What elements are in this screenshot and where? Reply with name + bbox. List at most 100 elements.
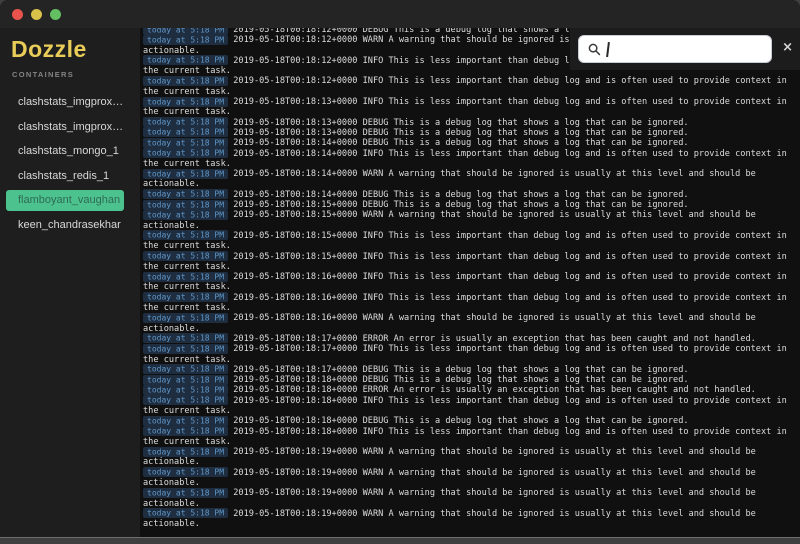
timestamp-badge: today at 5:18 PM (143, 97, 228, 107)
log-message: 2019-05-18T00:18:13+0000 DEBUG This is a… (233, 118, 688, 128)
log-entry: today at 5:18 PM 2019-05-18T00:18:19+000… (143, 488, 798, 509)
sidebar-container-item[interactable]: keen_chandrasekhar (0, 213, 140, 238)
container-list: clashstats_imgprox… clashstats_imgprox… … (0, 90, 140, 238)
close-window-icon[interactable] (12, 9, 23, 20)
timestamp-badge: today at 5:18 PM (143, 447, 228, 457)
sidebar-container-item[interactable]: clashstats_redis_1 (0, 164, 140, 189)
log-entry: today at 5:18 PM 2019-05-18T00:18:15+000… (143, 252, 798, 273)
log-message: 2019-05-18T00:18:19+0000 WARN A warning … (143, 447, 756, 467)
log-message: 2019-05-18T00:18:16+0000 INFO This is le… (143, 272, 787, 292)
log-message: 2019-05-18T00:18:15+0000 DEBUG This is a… (233, 200, 688, 210)
timestamp-badge: today at 5:18 PM (143, 76, 228, 86)
timestamp-badge: today at 5:18 PM (143, 35, 228, 45)
timestamp-badge: today at 5:18 PM (143, 364, 228, 374)
timestamp-badge: today at 5:18 PM (143, 344, 228, 354)
log-entry: today at 5:18 PM 2019-05-18T00:18:15+000… (143, 210, 798, 231)
app-title: Dozzle (11, 36, 87, 63)
log-entry: today at 5:18 PM 2019-05-18T00:18:18+000… (143, 385, 798, 395)
log-message: 2019-05-18T00:18:17+0000 DEBUG This is a… (233, 365, 688, 375)
timestamp-badge: today at 5:18 PM (143, 467, 228, 477)
timestamp-badge: today at 5:18 PM (143, 117, 228, 127)
log-entry: today at 5:18 PM 2019-05-18T00:18:17+000… (143, 334, 798, 344)
log-entry: today at 5:18 PM 2019-05-18T00:18:19+000… (143, 509, 798, 530)
log-entry: today at 5:18 PM 2019-05-18T00:18:15+000… (143, 200, 798, 210)
log-message: 2019-05-18T00:18:16+0000 INFO This is le… (143, 293, 787, 313)
container-name: clashstats_imgprox… (18, 96, 123, 108)
containers-section-label: CONTAINERS (12, 70, 74, 79)
timestamp-badge: today at 5:18 PM (143, 189, 228, 199)
container-name: clashstats_mongo_1 (18, 145, 119, 157)
timestamp-badge: today at 5:18 PM (143, 313, 228, 323)
log-entry: today at 5:18 PM 2019-05-18T00:18:15+000… (143, 231, 798, 252)
log-message: 2019-05-18T00:18:14+0000 INFO This is le… (143, 149, 787, 169)
timestamp-badge: today at 5:18 PM (143, 251, 228, 261)
log-entry: today at 5:18 PM 2019-05-18T00:18:16+000… (143, 293, 798, 314)
search-panel: × (570, 28, 800, 70)
log-entry: today at 5:18 PM 2019-05-18T00:18:14+000… (143, 190, 798, 200)
log-entry: today at 5:18 PM 2019-05-18T00:18:14+000… (143, 138, 798, 148)
log-message: 2019-05-18T00:18:16+0000 WARN A warning … (143, 313, 756, 333)
sidebar: Dozzle CONTAINERS clashstats_imgprox… cl… (0, 28, 140, 537)
maximize-window-icon[interactable] (50, 9, 61, 20)
log-entry: today at 5:18 PM 2019-05-18T00:18:16+000… (143, 272, 798, 293)
timestamp-badge: today at 5:18 PM (143, 127, 228, 137)
log-entry: today at 5:18 PM 2019-05-18T00:18:17+000… (143, 365, 798, 375)
timestamp-badge: today at 5:18 PM (143, 28, 228, 35)
timestamp-badge: today at 5:18 PM (143, 272, 228, 282)
log-entry: today at 5:18 PM 2019-05-18T00:18:19+000… (143, 468, 798, 489)
log-entry: today at 5:18 PM 2019-05-18T00:18:13+000… (143, 97, 798, 118)
log-entry: today at 5:18 PM 2019-05-18T00:18:18+000… (143, 375, 798, 385)
timestamp-badge: today at 5:18 PM (143, 395, 228, 405)
log-entry: today at 5:18 PM 2019-05-18T00:18:18+000… (143, 416, 798, 426)
log-message: 2019-05-18T00:18:17+0000 INFO This is le… (143, 344, 787, 364)
timestamp-badge: today at 5:18 PM (143, 416, 228, 426)
log-entry: today at 5:18 PM 2019-05-18T00:18:18+000… (143, 427, 798, 448)
timestamp-badge: today at 5:18 PM (143, 488, 228, 498)
log-message: 2019-05-18T00:18:17+0000 ERROR An error … (233, 334, 756, 344)
timestamp-badge: today at 5:18 PM (143, 148, 228, 158)
log-entry: today at 5:18 PM 2019-05-18T00:18:12+000… (143, 76, 798, 97)
timestamp-badge: today at 5:18 PM (143, 200, 228, 210)
timestamp-badge: today at 5:18 PM (143, 230, 228, 240)
log-message: 2019-05-18T00:18:19+0000 WARN A warning … (143, 468, 756, 488)
log-message: 2019-05-18T00:18:13+0000 INFO This is le… (143, 97, 787, 117)
log-message: 2019-05-18T00:18:19+0000 WARN A warning … (143, 509, 756, 529)
log-message: 2019-05-18T00:18:15+0000 INFO This is le… (143, 252, 787, 272)
sidebar-container-item[interactable]: clashstats_mongo_1 (0, 139, 140, 164)
log-message: 2019-05-18T00:18:18+0000 ERROR An error … (233, 385, 756, 395)
search-icon (588, 43, 601, 56)
log-entry: today at 5:18 PM 2019-05-18T00:18:17+000… (143, 344, 798, 365)
log-message: 2019-05-18T00:18:18+0000 DEBUG This is a… (233, 416, 688, 426)
timestamp-badge: today at 5:18 PM (143, 169, 228, 179)
timestamp-badge: today at 5:18 PM (143, 210, 228, 220)
log-message: 2019-05-18T00:18:12+0000 INFO This is le… (143, 76, 787, 96)
timestamp-badge: today at 5:18 PM (143, 508, 228, 518)
sidebar-container-item[interactable]: clashstats_imgprox… (0, 115, 140, 140)
minimize-window-icon[interactable] (31, 9, 42, 20)
log-message: 2019-05-18T00:18:18+0000 INFO This is le… (143, 427, 787, 447)
search-input[interactable] (578, 35, 772, 63)
close-search-icon[interactable]: × (782, 40, 793, 56)
log-entry: today at 5:18 PM 2019-05-18T00:18:19+000… (143, 447, 798, 468)
sidebar-container-item[interactable]: flamboyant_vaughan (6, 190, 124, 211)
log-message: 2019-05-18T00:18:14+0000 WARN A warning … (143, 169, 756, 189)
log-message: 2019-05-18T00:18:14+0000 DEBUG This is a… (233, 138, 688, 148)
container-name: clashstats_redis_1 (18, 170, 109, 182)
log-pane[interactable]: today at 5:18 PM 2019-05-18T00:18:12+000… (140, 28, 800, 537)
sidebar-container-item[interactable]: clashstats_imgprox… (0, 90, 140, 115)
timestamp-badge: today at 5:18 PM (143, 385, 228, 395)
log-entry: today at 5:18 PM 2019-05-18T00:18:18+000… (143, 396, 798, 417)
timestamp-badge: today at 5:18 PM (143, 375, 228, 385)
log-entry: today at 5:18 PM 2019-05-18T00:18:13+000… (143, 118, 798, 128)
container-name: flamboyant_vaughan (18, 194, 120, 206)
text-cursor (606, 42, 609, 57)
log-entry: today at 5:18 PM 2019-05-18T00:18:14+000… (143, 169, 798, 190)
log-message: 2019-05-18T00:18:18+0000 DEBUG This is a… (233, 375, 688, 385)
timestamp-badge: today at 5:18 PM (143, 333, 228, 343)
log-entry: today at 5:18 PM 2019-05-18T00:18:13+000… (143, 128, 798, 138)
timestamp-badge: today at 5:18 PM (143, 55, 228, 65)
app-window: Dozzle CONTAINERS clashstats_imgprox… cl… (0, 0, 800, 538)
log-message: 2019-05-18T00:18:14+0000 DEBUG This is a… (233, 190, 688, 200)
titlebar (0, 0, 800, 28)
log-message: 2019-05-18T00:18:18+0000 INFO This is le… (143, 396, 787, 416)
